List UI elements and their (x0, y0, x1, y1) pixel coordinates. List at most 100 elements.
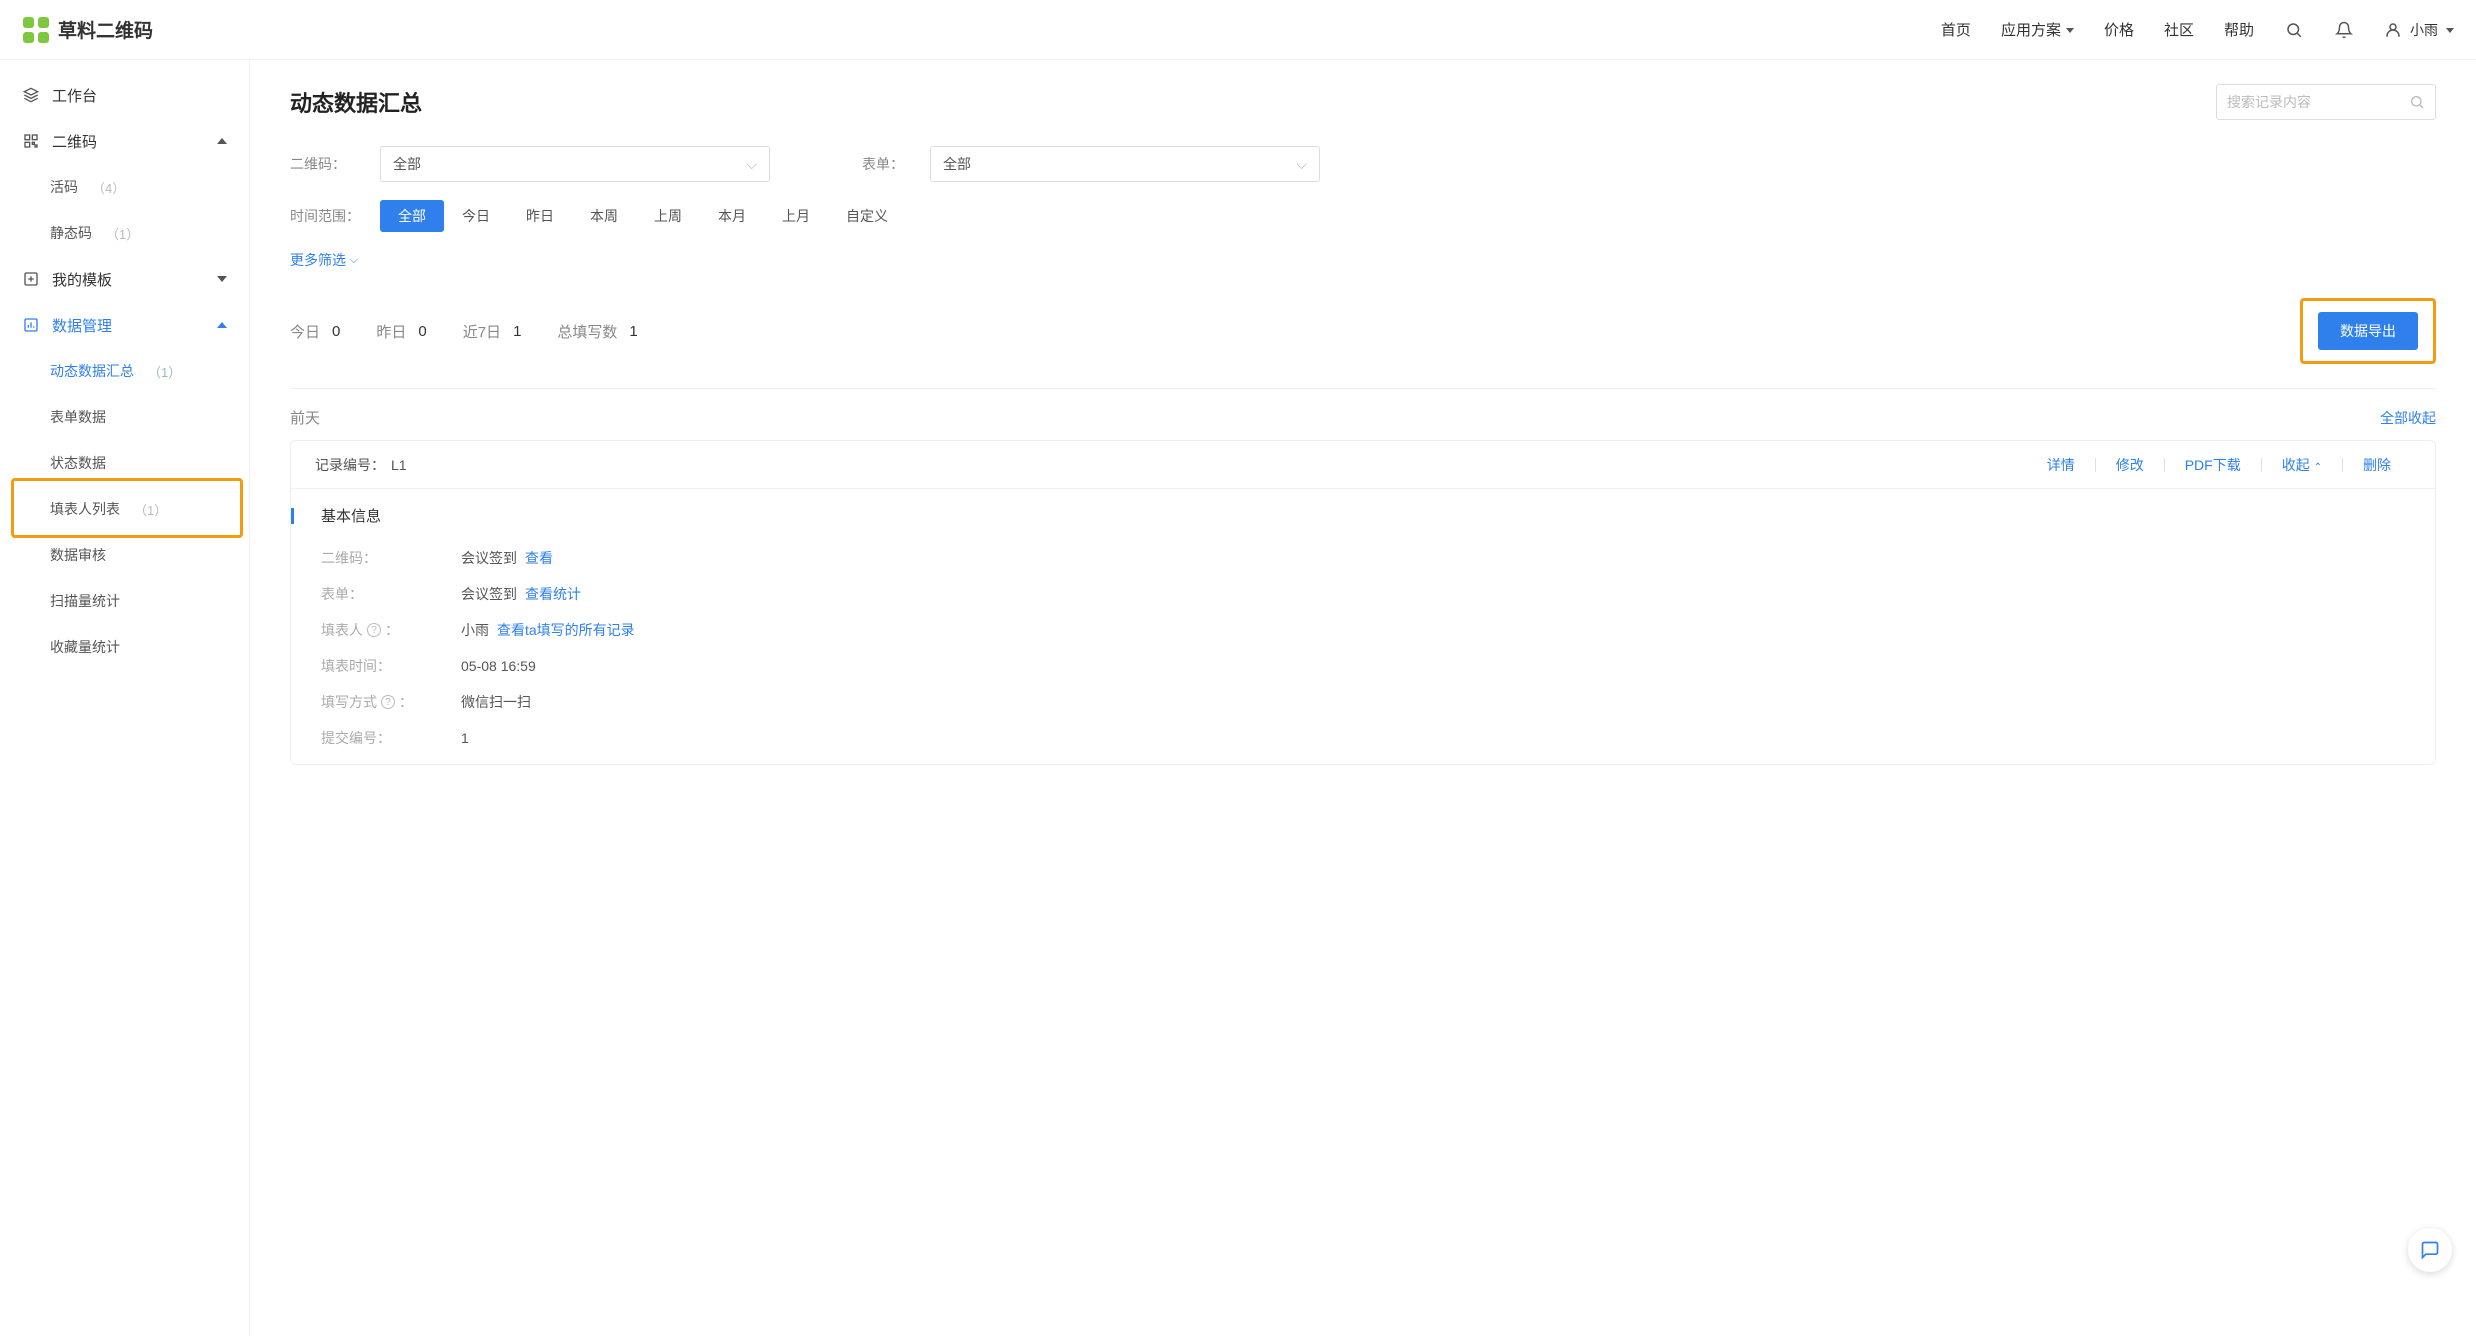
time-btn-last-week[interactable]: 上周 (636, 200, 700, 232)
sidebar-item-scan-stats[interactable]: 扫描量统计 (0, 578, 249, 624)
brand-name: 草料二维码 (58, 16, 153, 43)
filter-form-value: 全部 (943, 154, 971, 174)
chat-button[interactable] (2408, 1228, 2452, 1272)
user-icon (2384, 21, 2402, 39)
sidebar-item-templates[interactable]: 我的模板 (0, 256, 249, 302)
sidebar-live-count: （4） (92, 178, 125, 197)
info-time-label: 填表时间： (321, 656, 461, 676)
sidebar-item-form-data[interactable]: 表单数据 (0, 394, 249, 440)
stat-total-label: 总填写数 (557, 321, 617, 342)
nav-home[interactable]: 首页 (1941, 19, 1971, 40)
qr-icon (22, 132, 40, 150)
stat-yesterday-label: 昨日 (376, 321, 406, 342)
chevron-down-icon (217, 276, 227, 282)
time-btn-today[interactable]: 今日 (444, 200, 508, 232)
sidebar-item-workbench[interactable]: 工作台 (0, 72, 249, 118)
nav-help[interactable]: 帮助 (2224, 19, 2254, 40)
section-group-label: 前天 (290, 407, 320, 428)
help-icon[interactable]: ? (367, 623, 381, 637)
info-form-value: 会议签到 (461, 584, 517, 604)
record-card: 记录编号： L1 详情 修改 PDF下载 收起 ⌃ 删除 基本信息 (290, 440, 2436, 765)
sidebar-filler-count: （1） (134, 500, 167, 519)
filter-qrcode-value: 全部 (393, 154, 421, 174)
more-filter-link[interactable]: 更多筛选 ⌵ (290, 250, 2436, 270)
search-input-wrap[interactable] (2216, 84, 2436, 120)
filter-qrcode-select[interactable]: 全部 ⌵ (380, 146, 770, 182)
sidebar-form-label: 表单数据 (50, 407, 106, 427)
info-title: 基本信息 (321, 505, 381, 526)
info-qrcode-value: 会议签到 (461, 548, 517, 568)
notification-icon[interactable] (2334, 20, 2354, 40)
sidebar-qrcode-label: 二维码 (52, 131, 97, 152)
action-detail[interactable]: 详情 (2027, 455, 2095, 475)
filter-qrcode-label: 二维码： (290, 154, 362, 174)
time-btn-custom[interactable]: 自定义 (828, 200, 906, 232)
sidebar-item-data-review[interactable]: 数据审核 (0, 532, 249, 578)
collapse-all-link[interactable]: 全部收起 (2380, 408, 2436, 428)
sidebar-templates-label: 我的模板 (52, 269, 112, 290)
export-button[interactable]: 数据导出 (2318, 312, 2418, 350)
plus-square-icon (22, 270, 40, 288)
sidebar-data-label: 数据管理 (52, 315, 112, 336)
cube-icon (22, 86, 40, 104)
time-btn-yesterday[interactable]: 昨日 (508, 200, 572, 232)
sidebar-item-filler-list[interactable]: 填表人列表 （1） (0, 486, 249, 532)
sidebar-dynamic-count: （1） (148, 362, 181, 381)
info-qrcode-label: 二维码： (321, 548, 461, 568)
info-filler-label: 填表人?： (321, 620, 461, 640)
info-form-label: 表单： (321, 584, 461, 604)
sidebar-item-qrcode[interactable]: 二维码 (0, 118, 249, 164)
info-form-link[interactable]: 查看统计 (525, 584, 581, 604)
action-pdf[interactable]: PDF下载 (2165, 455, 2261, 475)
sidebar-static-label: 静态码 (50, 223, 92, 243)
help-icon[interactable]: ? (381, 695, 395, 709)
filter-form-select[interactable]: 全部 ⌵ (930, 146, 1320, 182)
sidebar-item-fav-stats[interactable]: 收藏量统计 (0, 624, 249, 670)
action-edit[interactable]: 修改 (2096, 455, 2164, 475)
user-menu[interactable]: 小雨 (2384, 20, 2454, 40)
search-input[interactable] (2227, 94, 2409, 110)
stat-last7-label: 近7日 (463, 321, 501, 342)
nav-price[interactable]: 价格 (2104, 19, 2134, 40)
sidebar-status-label: 状态数据 (50, 453, 106, 473)
search-icon[interactable] (2284, 20, 2304, 40)
info-qrcode-link[interactable]: 查看 (525, 548, 553, 568)
action-delete[interactable]: 删除 (2343, 455, 2411, 475)
sidebar-dynamic-label: 动态数据汇总 (50, 361, 134, 381)
info-submit-id-label: 提交编号： (321, 728, 461, 748)
user-name: 小雨 (2410, 20, 2438, 40)
sidebar-item-data-management[interactable]: 数据管理 (0, 302, 249, 348)
time-btn-this-month[interactable]: 本月 (700, 200, 764, 232)
stat-today-value: 0 (332, 323, 340, 340)
brand-logo[interactable]: 草料二维码 (22, 16, 153, 44)
stat-total-value: 1 (629, 323, 637, 340)
chevron-up-icon: ⌃ (2314, 462, 2322, 473)
nav-community[interactable]: 社区 (2164, 19, 2194, 40)
time-btn-last-month[interactable]: 上月 (764, 200, 828, 232)
sidebar-fav-label: 收藏量统计 (50, 637, 120, 657)
stat-last7-value: 1 (513, 323, 521, 340)
action-collapse[interactable]: 收起 ⌃ (2262, 455, 2342, 475)
info-filler-value: 小雨 (461, 620, 489, 640)
info-submit-id-value: 1 (461, 730, 469, 746)
time-btn-all[interactable]: 全部 (380, 200, 444, 232)
sidebar-item-static-code[interactable]: 静态码 （1） (0, 210, 249, 256)
chat-icon (2420, 1240, 2440, 1260)
chevron-up-icon (217, 322, 227, 328)
stat-today-label: 今日 (290, 321, 320, 342)
sidebar-review-label: 数据审核 (50, 545, 106, 565)
info-filler-link[interactable]: 查看ta填写的所有记录 (497, 620, 635, 640)
sidebar-item-live-code[interactable]: 活码 （4） (0, 164, 249, 210)
time-btn-this-week[interactable]: 本周 (572, 200, 636, 232)
sidebar-workbench-label: 工作台 (52, 85, 97, 106)
info-time-value: 05-08 16:59 (461, 658, 536, 674)
sidebar-live-label: 活码 (50, 177, 78, 197)
chevron-down-icon (2446, 28, 2454, 33)
nav-solutions[interactable]: 应用方案 (2001, 19, 2074, 40)
search-icon (2409, 94, 2425, 110)
sidebar: 工作台 二维码 活码 （4） 静态码 （1） 我的模板 数据管理 动态数据汇总 … (0, 60, 250, 1336)
sidebar-item-status-data[interactable]: 状态数据 (0, 440, 249, 486)
more-filter-label: 更多筛选 (290, 250, 346, 270)
sidebar-item-dynamic-summary[interactable]: 动态数据汇总 （1） (0, 348, 249, 394)
page-title: 动态数据汇总 (290, 86, 422, 118)
